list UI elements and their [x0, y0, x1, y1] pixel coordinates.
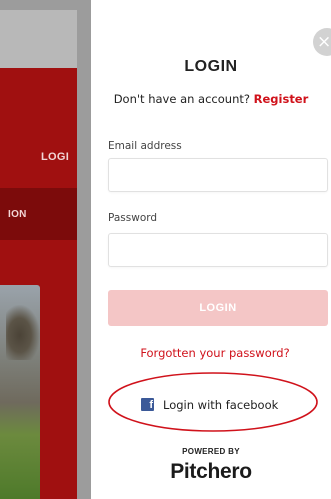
background-header [0, 10, 77, 68]
close-icon: × [317, 32, 331, 52]
background-tree [6, 305, 40, 360]
password-label: Password [108, 212, 158, 224]
facebook-login-row: f Login with facebook [141, 394, 279, 412]
email-label: Email address [108, 140, 182, 152]
modal-title: LOGIN [184, 58, 238, 75]
facebook-login-button[interactable]: f Login with facebook [107, 371, 319, 433]
login-button[interactable]: LOGIN [108, 290, 328, 326]
background-login-link: LOGI [41, 151, 70, 163]
signup-prompt-text: Don't have an account? [113, 92, 250, 106]
email-field[interactable] [108, 158, 328, 192]
background-nav-item: ION [8, 209, 27, 220]
register-link[interactable]: Register [254, 92, 309, 106]
forgot-password-link[interactable]: Forgotten your password? [91, 346, 331, 360]
signup-prompt: Don't have an account? Register [91, 92, 331, 106]
facebook-login-label: Login with facebook [163, 397, 279, 412]
password-field[interactable] [108, 233, 328, 267]
facebook-icon: f [141, 398, 154, 411]
pitchero-logo: Pitchero [170, 460, 252, 483]
close-button[interactable]: × [313, 28, 331, 56]
background-page: LOGI ION [0, 0, 91, 499]
login-modal: × LOGIN Don't have an account? Register … [91, 0, 331, 499]
powered-by-label: POWERED BY [182, 447, 240, 456]
